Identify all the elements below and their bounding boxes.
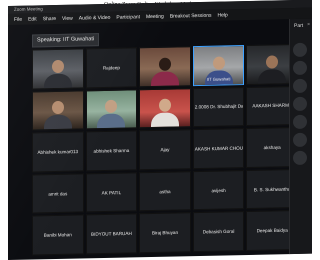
participant-tile[interactable]: Ajay — [139, 129, 191, 171]
participant-avatar[interactable] — [293, 78, 307, 94]
participant-name: IIT Guwahati — [206, 75, 231, 82]
participant-tile[interactable] — [85, 88, 138, 130]
participant-video — [140, 88, 190, 128]
participant-tile-active-speaker[interactable]: IIT Guwahati — [192, 45, 245, 86]
close-icon[interactable]: × — [307, 22, 310, 28]
menu-participant[interactable]: Participant — [116, 14, 140, 20]
participant-tile[interactable]: Banibi Mohan — [32, 214, 84, 256]
participant-tile[interactable]: Rajdeep — [85, 47, 138, 88]
participant-avatar[interactable] — [293, 42, 307, 58]
participant-video — [33, 91, 83, 130]
participant-name: abhishek Sharma — [93, 147, 130, 154]
menu-file[interactable]: File — [14, 16, 22, 22]
participant-avatar[interactable] — [293, 150, 307, 166]
participant-name: AKASH KUMAR CHOUDHARY — [194, 145, 244, 152]
participant-tile[interactable]: abhishek Sharma — [85, 130, 138, 172]
participant-tile[interactable]: Debasish Goral — [192, 211, 245, 253]
participant-tile[interactable] — [32, 90, 84, 131]
participant-tile[interactable]: Biraj Bhuyan — [139, 212, 191, 254]
participant-name: astha — [159, 188, 171, 194]
participant-video — [140, 47, 190, 86]
participant-name: BIDYOUT BARUAH — [91, 231, 132, 237]
participant-tile[interactable]: 2.0008 Dr. Shubhajit Das — [192, 86, 245, 128]
participant-tile[interactable] — [139, 87, 191, 129]
menu-audio-video[interactable]: Audio & Video — [79, 14, 111, 21]
participant-avatar[interactable] — [293, 114, 307, 130]
participant-tile[interactable]: avijesh — [192, 169, 245, 211]
menu-breakout-sessions[interactable]: Breakout Sessions — [170, 12, 212, 19]
participant-tile[interactable]: AK PATIL — [85, 172, 138, 213]
participant-video — [86, 89, 137, 129]
participant-name: Abhishek kumar013 — [37, 149, 79, 155]
menu-meeting[interactable]: Meeting — [146, 13, 164, 19]
participant-name: Banibi Mohan — [43, 232, 72, 238]
menu-help[interactable]: Help — [218, 12, 228, 18]
participant-tile[interactable]: AKASH KUMAR CHOUDHARY — [192, 128, 245, 169]
participant-avatar[interactable] — [293, 96, 307, 112]
menu-share[interactable]: Share — [43, 15, 56, 21]
participant-name: Biraj Bhuyan — [151, 230, 179, 236]
participant-name: amrit das — [48, 190, 68, 197]
participant-name: Debasish Goral — [202, 228, 235, 235]
participant-name: AK PATIL — [101, 189, 122, 196]
participant-name: Ajay — [160, 147, 170, 153]
participant-tile[interactable]: Abhishek kumar013 — [32, 131, 84, 173]
zoom-window: Zoom Meeting File Edit Share View Audio … — [8, 0, 312, 260]
participant-name: Rajdeep — [102, 64, 120, 71]
participant-grid: Rajdeep IIT Guwahati 2.0008 Dr. Shubhaji… — [32, 43, 298, 256]
menu-view[interactable]: View — [62, 15, 73, 21]
participant-video — [33, 49, 83, 89]
menu-edit[interactable]: Edit — [28, 16, 37, 22]
speaking-indicator: Speaking: IIT Guwahati — [32, 33, 100, 48]
participant-avatar[interactable] — [293, 132, 307, 148]
participant-name: 2.0008 Dr. Shubhajit Das — [194, 103, 244, 110]
participant-tile[interactable]: BIDYOUT BARUAH — [85, 213, 138, 255]
participant-avatar[interactable] — [293, 60, 307, 76]
participant-tile[interactable]: astha — [139, 170, 191, 212]
participants-panel: Part × — [289, 18, 312, 255]
participant-tile[interactable] — [139, 46, 191, 87]
participant-tile[interactable] — [32, 48, 84, 90]
participant-name: avijesh — [211, 187, 226, 193]
participant-tile[interactable]: amrit das — [32, 173, 84, 214]
